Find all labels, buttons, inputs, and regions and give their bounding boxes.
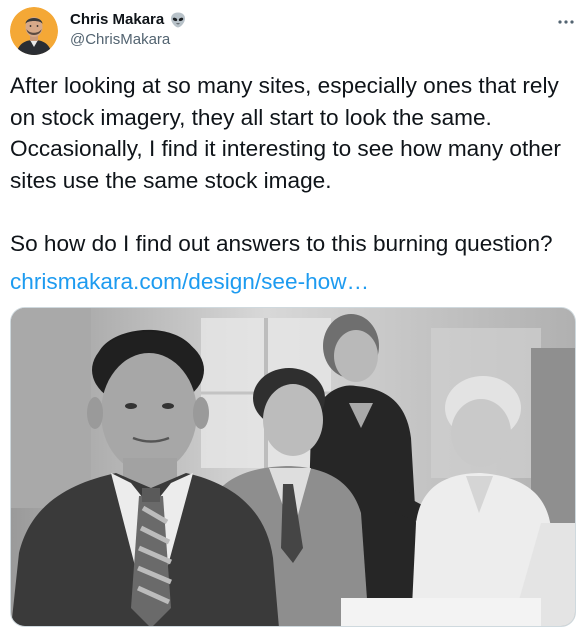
media-photo[interactable] (10, 307, 576, 627)
tweet: Chris Makara @ChrisMakara After looking … (0, 0, 588, 640)
more-options-button[interactable] (552, 8, 580, 36)
tweet-text: After looking at so many sites, especial… (10, 73, 561, 256)
avatar-photo-icon (10, 7, 58, 55)
handle[interactable]: @ChrisMakara (70, 30, 187, 50)
author-block: Chris Makara @ChrisMakara (70, 10, 187, 50)
more-horizontal-icon (558, 20, 574, 24)
stock-photo-image (11, 308, 575, 626)
avatar[interactable] (10, 7, 58, 55)
tweet-link[interactable]: chrismakara.com/design/see-how… (10, 266, 369, 298)
name-row: Chris Makara (70, 10, 187, 30)
display-name[interactable]: Chris Makara (70, 10, 164, 30)
alien-icon (169, 11, 187, 29)
